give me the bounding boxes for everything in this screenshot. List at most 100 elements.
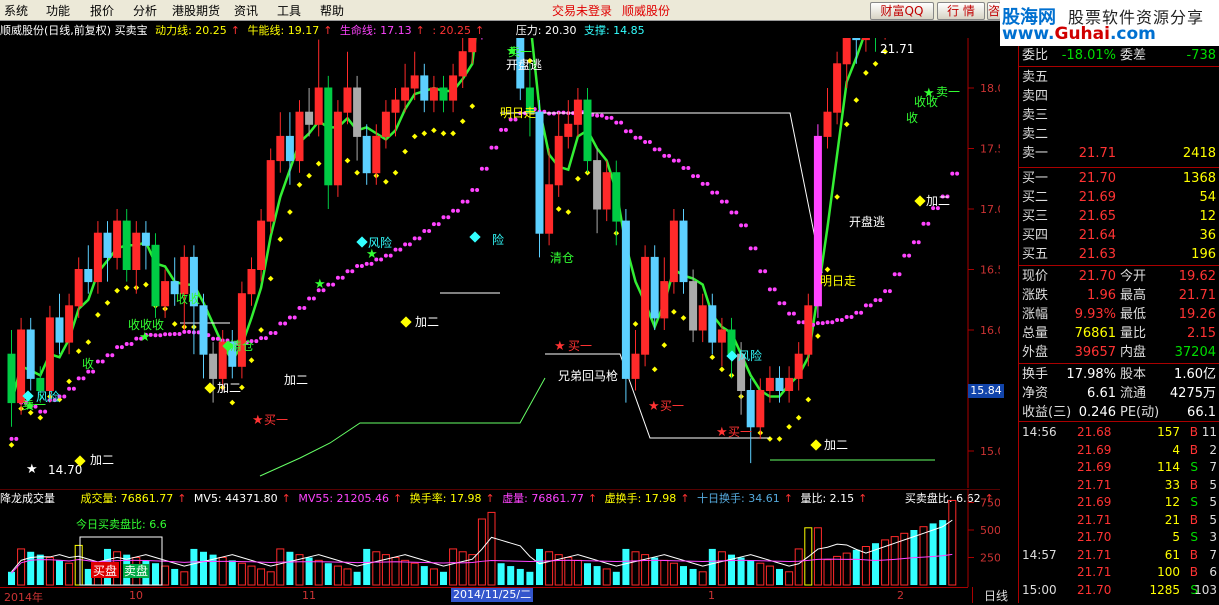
support-dot: [421, 130, 428, 137]
bull-value: 牛能线: 19.17: [247, 24, 320, 37]
sell-level-row[interactable]: 卖一 21.71 2418: [1019, 144, 1219, 163]
menu-analysis[interactable]: 分析: [133, 2, 157, 19]
life-dot: [825, 320, 830, 325]
volume-bar: [929, 523, 937, 585]
candle-body: [698, 305, 707, 331]
sell-level-row[interactable]: 卖五: [1019, 68, 1219, 87]
life-dot: [739, 223, 744, 228]
candle-body: [401, 87, 410, 101]
volume-bar: [660, 559, 669, 586]
quote-button[interactable]: 行 情: [937, 2, 985, 20]
life-dot: [763, 269, 768, 274]
candle-body: [554, 135, 563, 186]
life-dot: [868, 303, 873, 308]
support-dot: [114, 287, 120, 294]
fundamental-row: 净资 6.61 流通 4275万: [1019, 384, 1219, 403]
volume-bar: [410, 562, 419, 586]
life-dot: [355, 264, 360, 269]
price-tick-label: 16.00: [980, 324, 1000, 337]
candle-body: [257, 220, 266, 271]
pressure-value: 压力: 20.30: [515, 24, 577, 37]
risk-annotation: 险: [492, 232, 504, 247]
support-dot: [8, 442, 15, 448]
volume-bar: [286, 551, 294, 585]
escape-annotation: 开盘逃: [506, 57, 542, 72]
volume-bar: [919, 526, 928, 586]
life-dot: [417, 236, 422, 241]
diamond-marker: [914, 195, 926, 207]
menu-system[interactable]: 系统: [4, 2, 28, 19]
menu-tools[interactable]: 工具: [277, 2, 301, 19]
volume-bar: [343, 568, 352, 586]
candle-body: [151, 244, 160, 307]
support-dot: [632, 321, 639, 327]
buy-level-row[interactable]: 买二 21.69 54: [1019, 188, 1219, 207]
add-two-annotation: 加二: [824, 438, 848, 452]
buy-level-price: 21.65: [1078, 209, 1116, 224]
star-marker-icon: ★: [366, 247, 378, 262]
candlestick-chart[interactable]: 卖一开盘逃明日走开盘逃明日走风险风险风险险清仓清仓兄弟回马枪14.7021.71…: [0, 38, 1000, 488]
candle-body: [362, 135, 371, 174]
support-dot: [709, 354, 716, 361]
volume-bar: [27, 551, 35, 585]
up-arrow-icon: ↑: [475, 24, 485, 37]
menu-hk-futures[interactable]: 港股期货: [172, 2, 220, 19]
life-dot: [671, 158, 676, 163]
menu-quote[interactable]: 报价: [90, 2, 114, 19]
daily-tab[interactable]: 日线: [972, 587, 1019, 603]
diamond-marker: [356, 236, 368, 248]
fundamental-row: 换手 17.98% 股本 1.60亿: [1019, 365, 1219, 384]
volume-bar: [516, 568, 524, 585]
stat-value: 19.62: [1178, 269, 1216, 284]
buy-one-annotation: 买一: [728, 425, 752, 439]
candle-body: [429, 87, 438, 101]
life-dot: [878, 298, 883, 303]
life-dot: [345, 269, 350, 274]
candle-body: [132, 232, 141, 270]
tick-side: S: [1190, 530, 1198, 544]
volume-bars: [8, 499, 957, 586]
tick-count: 11: [1201, 425, 1217, 439]
candle-body: [660, 281, 669, 319]
life-dot: [787, 311, 792, 316]
life-dot: [619, 120, 624, 125]
sell-level-row[interactable]: 卖二: [1019, 125, 1219, 144]
volume-chart[interactable]: 75000 50000 25000 今日买卖盘比: 6.6 买盘 卖盘: [0, 489, 1000, 587]
wealth-qq-button[interactable]: 财富QQ: [870, 2, 934, 20]
volume-bar: [948, 499, 957, 586]
volume-bar: [487, 511, 496, 586]
extra-button[interactable]: 咨: [987, 2, 1001, 20]
menu-news[interactable]: 资讯: [234, 2, 258, 19]
sell-level-row[interactable]: 卖四: [1019, 87, 1219, 106]
menu-function[interactable]: 功能: [46, 2, 70, 19]
tick-price: 21.71: [1077, 512, 1112, 527]
life-dot: [849, 315, 854, 320]
volume-bar: [823, 559, 832, 586]
life-dot: [446, 215, 451, 220]
buy-level-row[interactable]: 买五 21.63 196: [1019, 245, 1219, 264]
life-dot: [124, 341, 129, 346]
candle-body: [372, 135, 381, 174]
candle-body: [449, 75, 458, 101]
volume-bar: [669, 562, 678, 586]
life-dot: [14, 436, 19, 441]
life-dot: [767, 287, 772, 292]
order-ratio-label: 委比: [1022, 48, 1049, 63]
life-dot: [119, 345, 124, 350]
fundamental-value: 4275万: [1169, 386, 1216, 401]
login-warning[interactable]: 交易未登录: [552, 2, 612, 19]
buy-level-row[interactable]: 买一 21.70 1368: [1019, 169, 1219, 188]
diamond-marker: [400, 316, 412, 328]
star-marker-icon: ★: [554, 339, 566, 354]
tick-price: 21.69: [1077, 442, 1112, 457]
sell-level-volume: 2418: [1182, 146, 1216, 161]
life-dot: [398, 247, 403, 252]
menu-help[interactable]: 帮助: [320, 2, 344, 19]
buy-level-row[interactable]: 买四 21.64 36: [1019, 226, 1219, 245]
fundamental-value: 0.246: [1078, 405, 1116, 420]
life-dot: [734, 210, 739, 215]
buy-level-row[interactable]: 买三 21.65 12: [1019, 207, 1219, 226]
volume-bar: [74, 544, 83, 586]
life-dot: [820, 321, 825, 326]
sell-level-row[interactable]: 卖三: [1019, 106, 1219, 125]
